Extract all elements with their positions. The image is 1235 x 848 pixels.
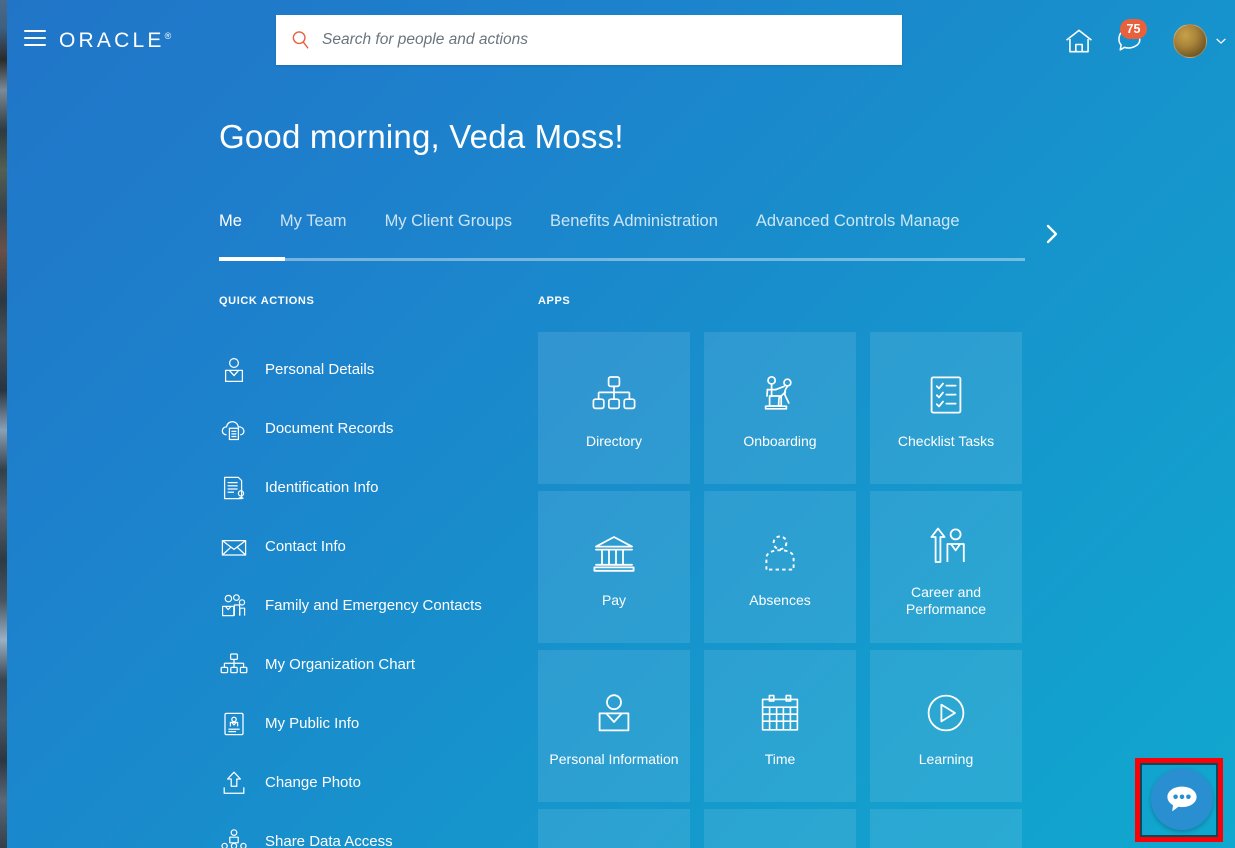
app-tile-label: Time: [764, 751, 796, 768]
quick-action-my-organization-chart[interactable]: My Organization Chart: [219, 635, 519, 694]
quick-action-change-photo[interactable]: Change Photo: [219, 753, 519, 812]
career-growth-icon: [930, 527, 965, 563]
app-tile-label: Pay: [601, 592, 627, 609]
tab-label: Advanced Controls Manage: [755, 212, 960, 230]
app-tile-time[interactable]: Time: [704, 650, 856, 802]
quick-action-label: Identification Info: [265, 479, 379, 496]
oracle-logo-text: ORACLE: [59, 29, 165, 52]
quick-actions-list: Personal Details Document Records Identi…: [219, 340, 519, 848]
user-avatar-menu[interactable]: [1173, 22, 1229, 60]
registered-mark: ®: [164, 31, 172, 41]
quick-action-label: My Public Info: [265, 715, 360, 732]
quick-action-label: Contact Info: [265, 538, 346, 555]
quick-action-document-records[interactable]: Document Records: [219, 399, 519, 458]
notifications-count-badge[interactable]: 75: [1120, 19, 1147, 39]
quick-action-share-data-access[interactable]: Share Data Access: [219, 812, 519, 848]
navigation-tabs: Me My Team My Client Groups Benefits Adm…: [219, 212, 1031, 260]
app-tile-placeholder[interactable]: [538, 809, 690, 848]
quick-action-label: Document Records: [265, 420, 394, 437]
app-tile-label: Career and Performance: [905, 583, 987, 618]
home-icon[interactable]: [1062, 24, 1096, 58]
tab-me[interactable]: Me: [219, 212, 242, 239]
quick-action-label: Share Data Access: [265, 833, 393, 848]
upload-photo-icon: [223, 771, 245, 794]
quick-action-identification-info[interactable]: Identification Info: [219, 458, 519, 517]
id-badge-icon: [224, 712, 244, 735]
oracle-hcm-home-page: ORACLE® 75 Good morning, Veda Moss: [7, 0, 1235, 848]
quick-action-label: Change Photo: [265, 774, 361, 791]
quick-actions-heading: QUICK ACTIONS: [219, 295, 315, 307]
chevron-right-icon[interactable]: [1039, 220, 1065, 248]
bank-building-icon: [593, 536, 635, 572]
chat-widget-button[interactable]: [1151, 768, 1213, 830]
apps-grid: Directory Onboarding Checklist Tasks Pay…: [538, 332, 1022, 848]
org-chart-icon: [592, 376, 636, 410]
quick-action-label: Family and Emergency Contacts: [265, 597, 482, 614]
tab-label: Benefits Administration: [550, 212, 718, 230]
chat-bubble-icon: [1167, 786, 1197, 812]
tab-label: My Team: [279, 212, 347, 230]
global-header: ORACLE® 75: [7, 0, 1235, 80]
avatar: [1173, 24, 1207, 58]
quick-action-personal-details[interactable]: Personal Details: [219, 340, 519, 399]
tab-my-client-groups[interactable]: My Client Groups: [385, 212, 512, 239]
play-circle-icon: [927, 694, 965, 732]
app-tile-placeholder[interactable]: [870, 809, 1022, 848]
checklist-icon: [930, 376, 962, 414]
org-chart-icon: [220, 652, 248, 673]
person-details-icon: [598, 694, 630, 732]
person-details-icon: [224, 357, 244, 382]
oracle-logo[interactable]: ORACLE®: [59, 29, 171, 53]
app-tile-checklist-tasks[interactable]: Checklist Tasks: [870, 332, 1022, 484]
search-icon: [292, 31, 309, 49]
hamburger-menu-icon[interactable]: [21, 30, 49, 52]
app-tile-placeholder[interactable]: [704, 809, 856, 848]
apps-heading: APPS: [538, 295, 571, 307]
onboarding-people-icon: [764, 376, 792, 410]
app-tile-label: Learning: [918, 751, 974, 768]
chevron-down-icon: [1216, 38, 1226, 44]
app-tile-absences[interactable]: Absences: [704, 491, 856, 643]
tab-benefits-administration[interactable]: Benefits Administration: [550, 212, 718, 239]
cloud-document-icon: [221, 420, 245, 440]
app-tile-label: Absences: [749, 592, 811, 609]
quick-action-label: Personal Details: [265, 361, 375, 378]
app-tile-label: Personal Information: [549, 751, 679, 768]
tab-my-team[interactable]: My Team: [280, 212, 347, 239]
app-tile-personal-information[interactable]: Personal Information: [538, 650, 690, 802]
search-input[interactable]: [322, 31, 888, 49]
quick-action-contact-info[interactable]: Contact Info: [219, 517, 519, 576]
quick-action-label: My Organization Chart: [265, 656, 416, 673]
quick-action-my-public-info[interactable]: My Public Info: [219, 694, 519, 753]
tabs-baseline: [219, 258, 1025, 261]
app-tile-onboarding[interactable]: Onboarding: [704, 332, 856, 484]
app-tile-label: Onboarding: [743, 433, 817, 450]
tab-active-indicator: [219, 257, 285, 261]
tab-label: My Client Groups: [384, 212, 513, 230]
dashed-person-icon: [765, 535, 795, 571]
envelope-icon: [221, 539, 247, 556]
app-tile-label: Directory: [585, 433, 642, 450]
app-tile-learning[interactable]: Learning: [870, 650, 1022, 802]
page-title: Good morning, Veda Moss!: [219, 118, 624, 155]
global-search-box[interactable]: [276, 15, 902, 65]
app-tile-career-and-performance[interactable]: Career and Performance: [870, 491, 1022, 643]
background-window-edge: [0, 0, 7, 848]
tab-label: Me: [219, 212, 242, 230]
app-tile-pay[interactable]: Pay: [538, 491, 690, 643]
share-people-icon: [221, 828, 247, 848]
tab-advanced-controls-management[interactable]: Advanced Controls Manage: [756, 212, 960, 239]
people-group-icon: [222, 593, 246, 616]
identification-document-icon: [223, 476, 245, 499]
app-tile-label: Checklist Tasks: [897, 433, 995, 450]
quick-action-family-and-emergency-contacts[interactable]: Family and Emergency Contacts: [219, 576, 519, 635]
calendar-icon: [761, 695, 799, 731]
app-tile-directory[interactable]: Directory: [538, 332, 690, 484]
